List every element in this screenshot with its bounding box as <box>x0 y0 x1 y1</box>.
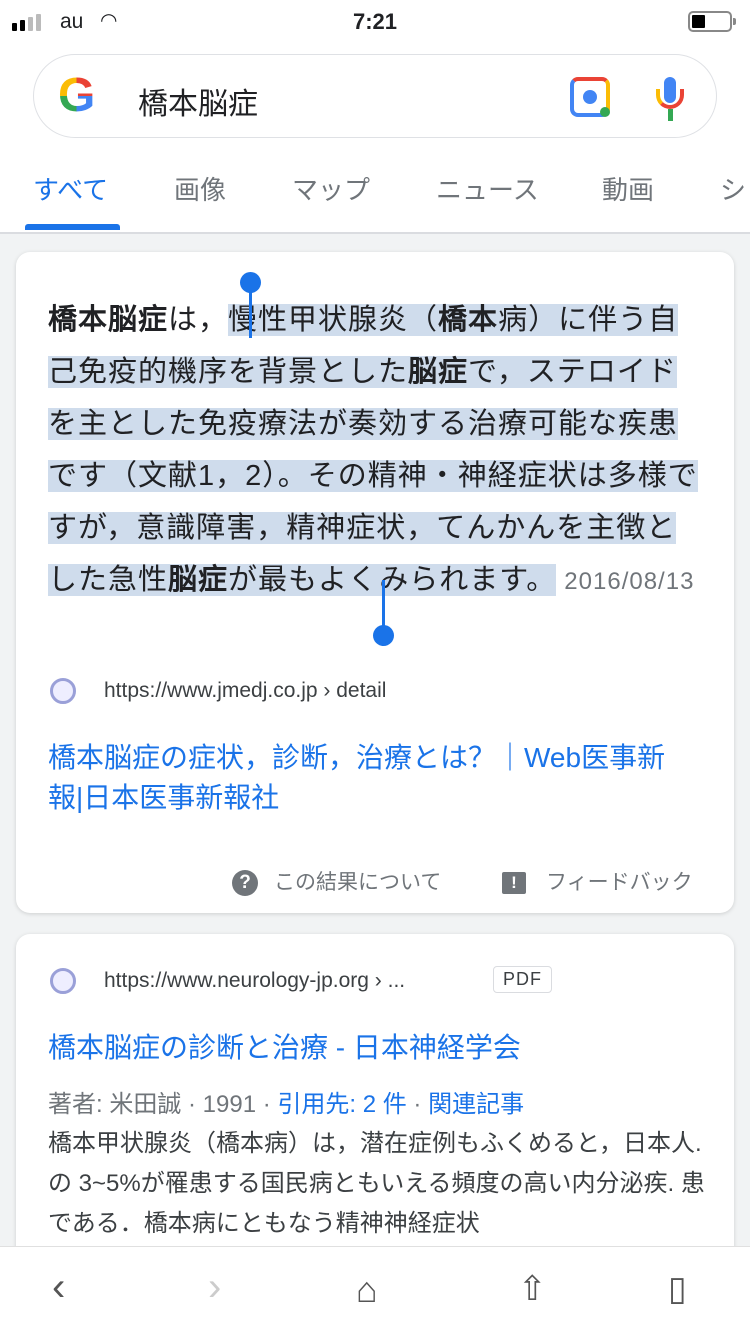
globe-icon <box>50 968 76 994</box>
about-label: この結果について <box>274 871 442 894</box>
tab-news[interactable]: ニュース <box>436 170 539 207</box>
google-logo-icon: G <box>58 69 96 122</box>
result-title-link[interactable]: 橋本脳症の症状，診断，治療とは？｜Web医事新報|日本医事新報社 <box>48 738 698 818</box>
tab-images[interactable]: 画像 <box>174 170 226 207</box>
result-meta: 著者: 米田誠 · 1991 · 引用先: 2 件 · 関連記事 <box>48 1084 524 1119</box>
battery-icon <box>688 11 736 32</box>
tab-all[interactable]: すべて <box>33 170 108 207</box>
search-bar[interactable]: G 橋本脳症 <box>33 54 717 138</box>
snippet-bold: 橋本 <box>438 304 499 336</box>
tab-videos[interactable]: 動画 <box>602 170 654 207</box>
feedback-button[interactable]: ! フィードバック <box>502 866 693 896</box>
tab-maps[interactable]: マップ <box>292 170 370 207</box>
result-url[interactable]: https://www.neurology-jp.org › ... <box>104 969 405 993</box>
google-lens-icon[interactable] <box>570 77 610 117</box>
snippet-text: 橋本脳症は，慢性甲状腺炎（橋本病）に伴う自己免疫的機序を背景とした脳症で，ステロ… <box>48 294 702 608</box>
snippet-text-part: で，ステロイドを主とした免疫療法が奏効する治療可能な疾患です（文献1，2）。その… <box>48 356 698 596</box>
result-snippet: 橋本甲状腺炎（橋本病）は，潜在症例もふくめると，日本人. の 3~5%が罹患する… <box>48 1130 705 1237</box>
snippet-text-part: が最もよくみられます。 <box>228 564 557 596</box>
snippet-date: 2016/08/13 <box>564 568 695 595</box>
back-icon[interactable]: ‹ <box>52 1265 65 1310</box>
forward-icon[interactable]: › <box>208 1265 221 1310</box>
about-result-button[interactable]: ? この結果について <box>232 866 442 897</box>
status-bar: au ◠ 7:21 <box>0 0 750 44</box>
related-articles-link[interactable]: 関連記事 <box>428 1091 524 1118</box>
globe-icon <box>50 678 76 704</box>
snippet-text-part: 慢性甲状腺炎（ <box>228 304 439 336</box>
pdf-badge: PDF <box>493 966 552 993</box>
snippet-bold: 脳症 <box>168 564 229 596</box>
microphone-icon[interactable] <box>654 77 686 121</box>
result-url[interactable]: https://www.jmedj.co.jp › detail <box>104 679 386 703</box>
home-icon[interactable]: ⌂ <box>356 1269 378 1311</box>
featured-snippet-card: 橋本脳症は，慢性甲状腺炎（橋本病）に伴う自己免疫的機序を背景とした脳症で，ステロ… <box>16 252 734 913</box>
clock: 7:21 <box>352 9 398 34</box>
result-title-link[interactable]: 橋本脳症の診断と治療 - 日本神経学会 <box>48 1028 698 1068</box>
share-icon[interactable]: ⇧ <box>518 1269 547 1309</box>
tab-more[interactable]: シ <box>720 170 746 207</box>
snippet-bold: 橋本脳症 <box>48 304 169 336</box>
snippet-bold: 脳症 <box>408 356 469 388</box>
active-tab-indicator <box>25 224 120 230</box>
selection-end-handle[interactable] <box>373 580 394 646</box>
feedback-icon: ! <box>502 872 526 895</box>
tabs-icon[interactable]: ▯ <box>668 1269 687 1309</box>
cited-by-link[interactable]: 引用先: 2 件 <box>277 1091 406 1118</box>
snippet-text-part: は， <box>168 304 229 336</box>
search-input[interactable]: 橋本脳症 <box>138 79 258 123</box>
feedback-label: フィードバック <box>546 871 693 894</box>
selection-start-handle[interactable] <box>240 272 261 338</box>
header: au ◠ 7:21 G 橋本脳症 すべて 画像 マップ ニュース 動画 シ <box>0 0 750 234</box>
help-icon: ? <box>232 870 258 897</box>
browser-toolbar: ‹ › ⌂ ⇧ ▯ <box>0 1246 750 1334</box>
separator: · <box>406 1091 429 1118</box>
author-year: 著者: 米田誠 · 1991 · <box>48 1091 278 1118</box>
selected-text[interactable]: 慢性甲状腺炎（橋本病）に伴う自己免疫的機序を背景とした脳症で，ステロイドを主とし… <box>48 304 698 596</box>
